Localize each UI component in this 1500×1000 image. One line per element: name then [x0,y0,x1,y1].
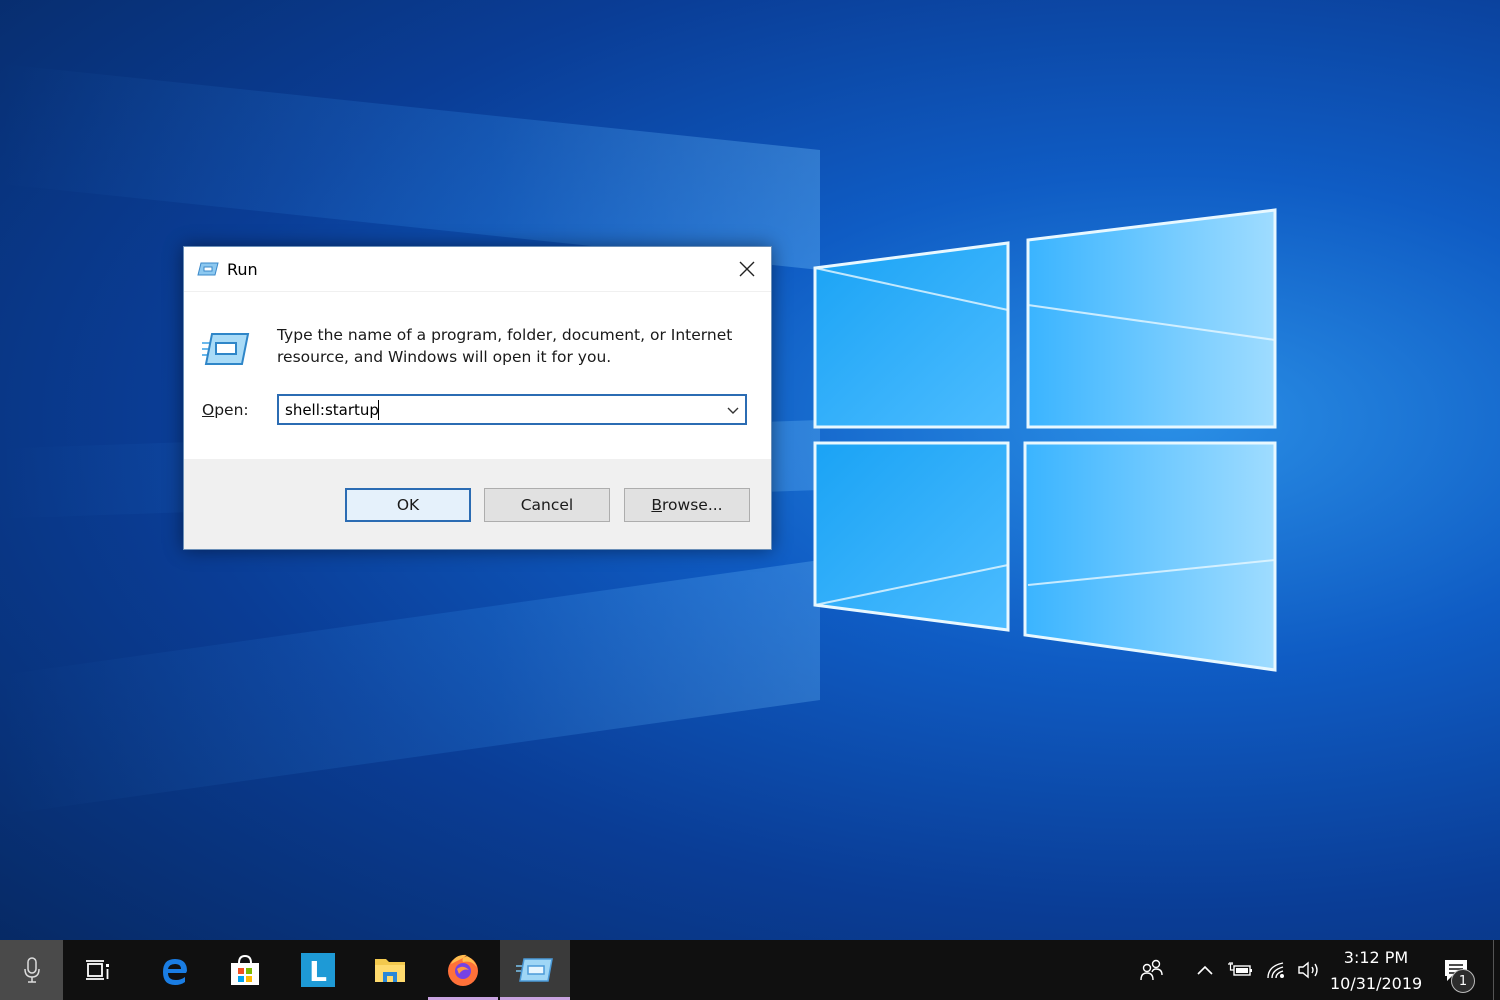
taskbar-firefox[interactable] [428,940,498,1000]
taskbar-app-l[interactable]: L [283,940,353,1000]
open-label-text: pen: [214,401,249,419]
open-label: Open: [202,401,249,419]
store-icon [231,954,259,985]
people-icon [1140,959,1163,981]
cancel-button[interactable]: Cancel [484,488,610,522]
volume-icon [1298,961,1318,979]
dialog-titlebar[interactable]: Run [184,247,771,292]
dialog-footer: OK Cancel Browse... [184,459,771,549]
l-app-letter: L [309,955,327,987]
browse-button[interactable]: Browse... [624,488,750,522]
open-label-accelerator: O [202,401,215,419]
run-icon [516,958,553,982]
tray-network[interactable] [1263,940,1291,1000]
run-program-icon [202,333,250,365]
dialog-title: Run [227,259,258,279]
clock-time: 3:12 PM [1343,948,1409,967]
folder-icon [375,959,405,982]
tray-overflow[interactable] [1192,940,1218,1000]
text-cursor [378,400,379,420]
open-combobox[interactable] [277,394,747,425]
taskbar-task-view[interactable] [63,940,133,1000]
firefox-icon [448,954,478,986]
chevron-up-icon [1197,965,1213,975]
clock-date: 10/31/2019 [1330,974,1423,993]
taskbar: L 3:12 PM 10/31/2019 1 [0,940,1500,1000]
wifi-icon [1267,962,1284,979]
chevron-down-icon[interactable] [725,401,741,419]
light-beam [0,63,820,270]
open-input[interactable] [285,400,705,420]
task-view-icon [86,960,109,980]
windows-logo-wallpaper [813,208,1277,672]
run-icon [197,262,219,276]
edge-icon [163,959,187,985]
l-app-icon: L [301,953,335,987]
taskbar-edge[interactable] [140,940,210,1000]
microphone-icon [23,957,40,983]
dialog-description: Type the name of a program, folder, docu… [277,326,733,366]
tray-battery[interactable] [1225,940,1255,1000]
browse-accelerator: B [651,496,663,514]
close-button[interactable] [735,257,759,281]
battery-charging-icon [1228,962,1252,976]
taskbar-microphone[interactable] [0,940,63,1000]
notification-count-badge: 1 [1451,969,1475,993]
ok-button[interactable]: OK [345,488,471,522]
light-beam [0,560,820,816]
taskbar-clock[interactable]: 3:12 PM 10/31/2019 [1330,945,1422,997]
taskbar-file-explorer[interactable] [355,940,425,1000]
show-desktop-button[interactable] [1493,940,1500,1000]
taskbar-store[interactable] [210,940,280,1000]
tray-people[interactable] [1135,940,1169,1000]
run-dialog: Run Type the name of a program, folder, … [183,246,772,550]
browse-label: rowse... [662,496,723,514]
taskbar-run[interactable] [500,940,570,1000]
tray-volume[interactable] [1294,940,1326,1000]
close-icon [739,261,755,277]
